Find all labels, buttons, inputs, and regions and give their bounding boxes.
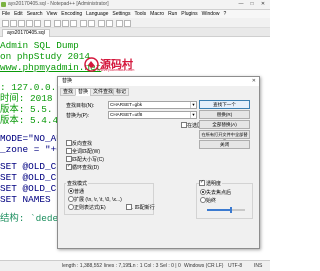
title-bar: ays20170405.sql - Notepad++ [Administrat… <box>0 0 270 10</box>
tab-replace[interactable]: 替换 <box>75 88 92 96</box>
close-button[interactable]: ✕ <box>258 0 268 9</box>
open-file-icon[interactable] <box>10 20 17 27</box>
app-icon <box>1 2 6 7</box>
copy-icon[interactable] <box>62 20 69 27</box>
redo-icon[interactable] <box>88 20 95 27</box>
toolbar <box>0 18 270 28</box>
find-dropdown-icon[interactable]: ▼ <box>190 102 196 108</box>
zoom-in-icon[interactable] <box>116 20 123 27</box>
dialog-title: 替换 <box>62 78 73 84</box>
print-icon[interactable] <box>44 20 51 27</box>
transparency-slider-thumb[interactable] <box>229 207 232 213</box>
zoom-out-icon[interactable] <box>124 20 131 27</box>
transparency-on-blur-label: 失去焦点后 <box>206 190 232 196</box>
close-dialog-button[interactable]: 关闭 <box>199 140 250 149</box>
menu-window[interactable]: Window <box>202 11 220 17</box>
undo-icon[interactable] <box>80 20 87 27</box>
menu-search[interactable]: Search <box>27 11 43 17</box>
minimize-button[interactable]: — <box>236 0 246 9</box>
code-line: 版本: 5.5. <box>0 104 53 115</box>
whole-word-label: 全词匹配(W) <box>72 149 101 155</box>
backward-search-label: 反向查找 <box>72 141 93 147</box>
code-line: : 127.0.0.1 <box>0 82 62 93</box>
wrap-around-label: 循环查找(D) <box>72 165 99 171</box>
replace-all-open-files-button[interactable]: 在所有打开文件中全部替换 <box>199 130 250 144</box>
status-bar: length : 1,388,552 lines : 7,195 Ln : 1 … <box>0 260 270 271</box>
find-next-button[interactable]: 查找下一个 <box>199 100 250 109</box>
menu-settings[interactable]: Settings <box>112 11 130 17</box>
menu-run[interactable]: Run <box>168 11 177 17</box>
menu-tools[interactable]: Tools <box>134 11 146 17</box>
menu-bar: File Edit Search View Encoding Language Settin… <box>0 10 270 18</box>
replace-icon[interactable] <box>106 20 113 27</box>
find-icon[interactable] <box>98 20 105 27</box>
replace-dropdown-icon[interactable]: ▼ <box>190 112 196 118</box>
search-mode-extended-label: 扩展 (\n, \r, \t, \0, \x...) <box>74 197 122 203</box>
menu-plugins[interactable]: Plugins <box>181 11 197 17</box>
paste-icon[interactable] <box>70 20 77 27</box>
find-input[interactable]: CHARSET=gbk ▼ <box>108 101 197 109</box>
tab-find[interactable]: 查找 <box>60 88 77 96</box>
code-line: on phpStudy 2014 <box>0 51 91 62</box>
code-line: SET @OLD_C <box>0 161 57 172</box>
replace-dialog: 替换 ✕ 查找 替换 文件查找 标记 查找目标(N): CHARSET=gbk … <box>57 76 260 249</box>
replace-label: 替换为(P): <box>66 113 90 119</box>
menu-edit[interactable]: Edit <box>14 11 23 17</box>
replace-input[interactable]: CHARSET=utf8 ▼ <box>108 111 197 119</box>
dialog-close-icon[interactable]: ✕ <box>252 77 256 86</box>
code-line: SET @OLD_C <box>0 172 57 183</box>
find-value: CHARSET=gbk <box>110 102 143 107</box>
transparency-label: 透明度 <box>205 180 223 187</box>
tab-mark[interactable]: 标记 <box>113 88 130 96</box>
replace-button[interactable]: 替换(R) <box>199 110 250 119</box>
search-mode-label: 查找模式 <box>66 180 89 187</box>
code-line: 版本: 5.4.45 <box>0 115 64 126</box>
replace-all-button[interactable]: 全部替换(A) <box>199 120 250 129</box>
menu-help[interactable]: ? <box>223 11 226 17</box>
find-label: 查找目标(N): <box>66 103 95 109</box>
transparency-slider[interactable] <box>207 207 245 213</box>
code-line: SET @OLD_C <box>0 183 57 194</box>
new-file-icon[interactable] <box>2 20 9 27</box>
menu-macro[interactable]: Macro <box>150 11 164 17</box>
save-all-icon[interactable] <box>26 20 33 27</box>
watermark-url: WWW.yuanmacun.com <box>97 68 135 72</box>
transparency-slider-fill <box>207 209 231 211</box>
file-tab[interactable]: ays20170405.sql <box>2 29 50 37</box>
transparency-always-label: 始终 <box>206 198 217 204</box>
file-tab-bar: ays20170405.sql <box>0 28 270 37</box>
search-mode-normal-label: 普通 <box>74 189 85 195</box>
replace-value: CHARSET=utf8 <box>110 112 143 117</box>
match-case-label: 匹配大小写(C) <box>72 157 104 163</box>
window-title: ays20170405.sql - Notepad++ [Administrat… <box>8 1 109 7</box>
menu-language[interactable]: Language <box>86 11 108 17</box>
close-file-icon[interactable] <box>34 20 41 27</box>
save-icon[interactable] <box>18 20 25 27</box>
menu-file[interactable]: File <box>2 11 10 17</box>
watermark: 源码村 WWW.yuanmacun.com <box>84 56 140 75</box>
menu-view[interactable]: View <box>47 11 58 17</box>
code-line: Admin SQL Dump <box>0 40 79 51</box>
code-line: _zone = "+0 <box>0 144 62 155</box>
dot-matches-newline-label: . 匹配新行 <box>132 205 155 211</box>
maximize-button[interactable]: □ <box>247 0 257 9</box>
search-mode-regex-label: 正则表达式(E) <box>74 205 106 211</box>
dialog-title-bar[interactable]: 替换 ✕ <box>58 77 259 86</box>
cut-icon[interactable] <box>54 20 61 27</box>
code-line: MODE="NO_AU <box>0 133 62 144</box>
menu-encoding[interactable]: Encoding <box>61 11 82 17</box>
